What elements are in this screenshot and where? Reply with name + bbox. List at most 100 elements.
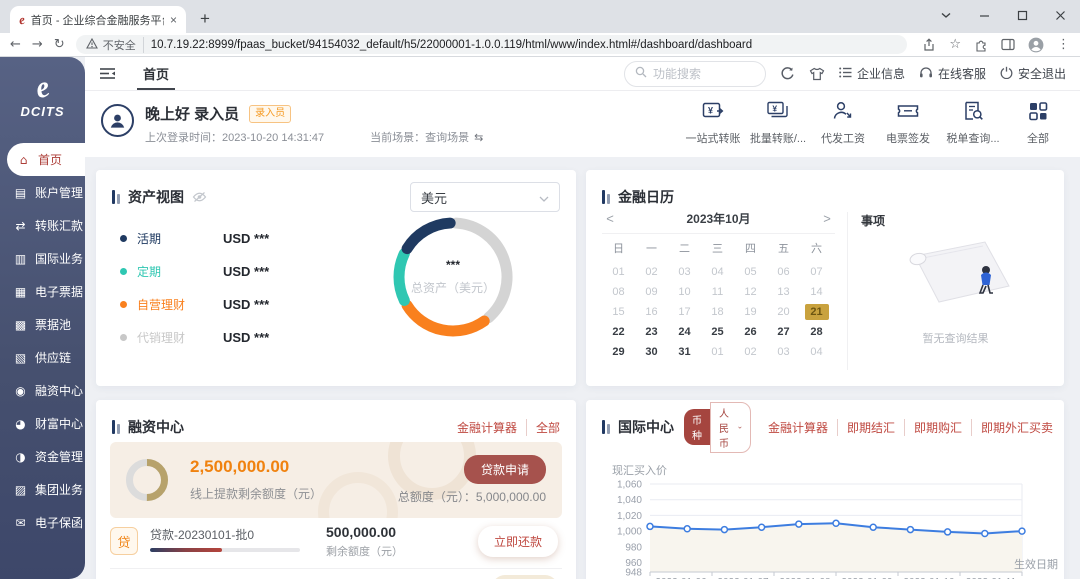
quick-action-eticket-issue[interactable]: 电票签发 bbox=[878, 99, 938, 146]
calendar-day-cell[interactable]: 26 bbox=[734, 322, 767, 342]
calendar-day-cell[interactable]: 31 bbox=[668, 342, 701, 362]
sidebar-item[interactable]: ◉ 融资中心 bbox=[0, 374, 85, 407]
switch-scene-icon[interactable]: ⇆ bbox=[474, 131, 483, 144]
quick-action-onestop-transfer[interactable]: ¥ 一站式转账 bbox=[683, 99, 743, 146]
sidebar-item[interactable]: ▧ 供应链 bbox=[0, 341, 85, 374]
calendar-day-cell[interactable]: 20 bbox=[767, 302, 800, 322]
intl-link[interactable]: 即期外汇买卖 bbox=[971, 419, 1053, 436]
currency-type-dropdown[interactable]: 人民币 bbox=[710, 402, 751, 453]
sidebar-item[interactable]: ▥ 国际业务 bbox=[0, 242, 85, 275]
profile-avatar-icon[interactable] bbox=[1028, 37, 1044, 53]
calendar-day-cell[interactable]: 25 bbox=[701, 322, 734, 342]
share-icon[interactable] bbox=[922, 38, 936, 52]
currency-dropdown[interactable]: 美元 bbox=[410, 182, 560, 212]
toggle-visibility-eye-icon[interactable] bbox=[192, 191, 207, 203]
calendar-day-cell[interactable]: 11 bbox=[701, 282, 734, 302]
refresh-icon[interactable] bbox=[780, 66, 795, 81]
new-tab-button[interactable]: + bbox=[200, 10, 210, 27]
reload-icon[interactable]: ↻ bbox=[54, 38, 65, 51]
sidebar-item-label: 国际业务 bbox=[35, 250, 83, 267]
window-maximize-icon[interactable] bbox=[1017, 10, 1028, 21]
window-close-icon[interactable] bbox=[1055, 10, 1066, 21]
calendar-day-cell[interactable]: 03 bbox=[767, 342, 800, 362]
calendar-day-cell[interactable]: 14 bbox=[800, 282, 833, 302]
calendar-day-cell[interactable]: 15 bbox=[602, 302, 635, 322]
repay-now-button[interactable]: 立即还款 bbox=[478, 526, 558, 557]
nav-safe-logout[interactable]: 安全退出 bbox=[1000, 65, 1066, 82]
window-minimize-icon[interactable] bbox=[979, 10, 990, 21]
sidebar-item[interactable]: ◕ 财富中心 bbox=[0, 407, 85, 440]
calendar-day-cell[interactable]: 17 bbox=[668, 302, 701, 322]
bookmark-star-icon[interactable]: ☆ bbox=[949, 37, 961, 52]
finance-link[interactable]: 金融计算器 bbox=[448, 419, 526, 436]
calendar-day-cell[interactable]: 08 bbox=[602, 282, 635, 302]
calendar-card-title: 金融日历 bbox=[618, 187, 674, 207]
calendar-day-cell[interactable]: 27 bbox=[767, 322, 800, 342]
intl-link[interactable]: 即期购汇 bbox=[904, 419, 971, 436]
intl-link[interactable]: 即期结汇 bbox=[837, 419, 904, 436]
quick-action-batch-transfer[interactable]: ¥ 批量转账/... bbox=[748, 99, 808, 146]
calendar-day-cell[interactable]: 04 bbox=[701, 262, 734, 282]
sidebar-item[interactable]: ▦ 电子票据 bbox=[0, 275, 85, 308]
calendar-day-cell[interactable]: 06 bbox=[767, 262, 800, 282]
function-search-box[interactable] bbox=[624, 61, 766, 87]
quick-action-tax-inquiry[interactable]: 税单查询... bbox=[943, 99, 1003, 146]
tab-close-icon[interactable]: × bbox=[170, 13, 177, 27]
side-panel-icon[interactable] bbox=[1001, 38, 1015, 51]
calendar-day-cell[interactable]: 24 bbox=[668, 322, 701, 342]
calendar-day-cell[interactable]: 23 bbox=[635, 322, 668, 342]
calendar-day-cell[interactable]: 18 bbox=[701, 302, 734, 322]
legend-label: 定期 bbox=[137, 263, 201, 280]
sidebar-item-label: 账户管理 bbox=[35, 184, 83, 201]
calendar-next-icon[interactable]: > bbox=[819, 211, 835, 226]
sidebar-item[interactable]: ▤ 账户管理 bbox=[0, 176, 85, 209]
sidebar-item[interactable]: ◑ 资金管理 bbox=[0, 440, 85, 473]
sidebar-item[interactable]: ✉ 电子保函 bbox=[0, 506, 85, 539]
quick-action-payroll[interactable]: 代发工资 bbox=[813, 99, 873, 146]
collapse-sidebar-icon[interactable] bbox=[99, 67, 116, 80]
empty-state-text: 暂无查询结果 bbox=[861, 330, 1050, 346]
calendar-day-cell[interactable]: 10 bbox=[668, 282, 701, 302]
theme-skin-icon[interactable] bbox=[809, 67, 825, 81]
nav-company-info[interactable]: 企业信息 bbox=[839, 65, 905, 82]
forward-icon[interactable]: → bbox=[32, 38, 43, 51]
calendar-day-cell[interactable]: 02 bbox=[734, 342, 767, 362]
loan-apply-button[interactable]: 贷款申请 bbox=[464, 455, 546, 484]
calendar-day-cell[interactable]: 19 bbox=[734, 302, 767, 322]
sidebar-item[interactable]: ▩ 票据池 bbox=[0, 308, 85, 341]
calendar-day-cell[interactable]: 05 bbox=[734, 262, 767, 282]
calendar-day-cell[interactable]: 12 bbox=[734, 282, 767, 302]
next-loan-button-partial[interactable] bbox=[492, 575, 558, 579]
calendar-day-cell[interactable]: 04 bbox=[800, 342, 833, 362]
calendar-day-cell[interactable]: 01 bbox=[602, 262, 635, 282]
quick-action-all[interactable]: 全部 bbox=[1008, 99, 1068, 146]
svg-text:¥: ¥ bbox=[708, 106, 713, 116]
calendar-day-cell[interactable]: 16 bbox=[635, 302, 668, 322]
extensions-puzzle-icon[interactable] bbox=[974, 38, 988, 52]
tab-home[interactable]: 首页 bbox=[143, 57, 169, 90]
browser-menu-dots-icon[interactable]: ⋮ bbox=[1057, 37, 1070, 52]
back-icon[interactable]: ← bbox=[10, 38, 21, 51]
calendar-day-cell[interactable]: 29 bbox=[602, 342, 635, 362]
finance-link[interactable]: 全部 bbox=[526, 419, 560, 436]
calendar-day-cell[interactable]: 07 bbox=[800, 262, 833, 282]
calendar-prev-icon[interactable]: < bbox=[602, 211, 618, 226]
calendar-day-cell[interactable]: 28 bbox=[800, 322, 833, 342]
calendar-day-cell[interactable]: 02 bbox=[635, 262, 668, 282]
intl-link[interactable]: 金融计算器 bbox=[759, 419, 837, 436]
calendar-day-cell[interactable]: 21 bbox=[805, 304, 829, 320]
calendar-day-cell[interactable]: 01 bbox=[701, 342, 734, 362]
calendar-day-cell[interactable]: 09 bbox=[635, 282, 668, 302]
browser-tab[interactable]: e 首页 - 企业综合金融服务平台 × bbox=[10, 6, 186, 33]
sidebar-item[interactable]: ⇄ 转账汇款 bbox=[0, 209, 85, 242]
sidebar-item[interactable]: ⌂ 首页 bbox=[7, 143, 85, 176]
search-input[interactable] bbox=[653, 67, 755, 81]
calendar-day-cell[interactable]: 30 bbox=[635, 342, 668, 362]
sidebar-item[interactable]: ▨ 集团业务 bbox=[0, 473, 85, 506]
calendar-day-cell[interactable]: 03 bbox=[668, 262, 701, 282]
calendar-day-cell[interactable]: 13 bbox=[767, 282, 800, 302]
calendar-day-cell[interactable]: 22 bbox=[602, 322, 635, 342]
window-menu-chevron-icon[interactable] bbox=[940, 11, 952, 19]
omnibox-url-field[interactable]: 不安全 10.7.19.22:8999/fpaas_bucket/9415403… bbox=[76, 35, 908, 54]
nav-online-service[interactable]: 在线客服 bbox=[919, 65, 986, 82]
